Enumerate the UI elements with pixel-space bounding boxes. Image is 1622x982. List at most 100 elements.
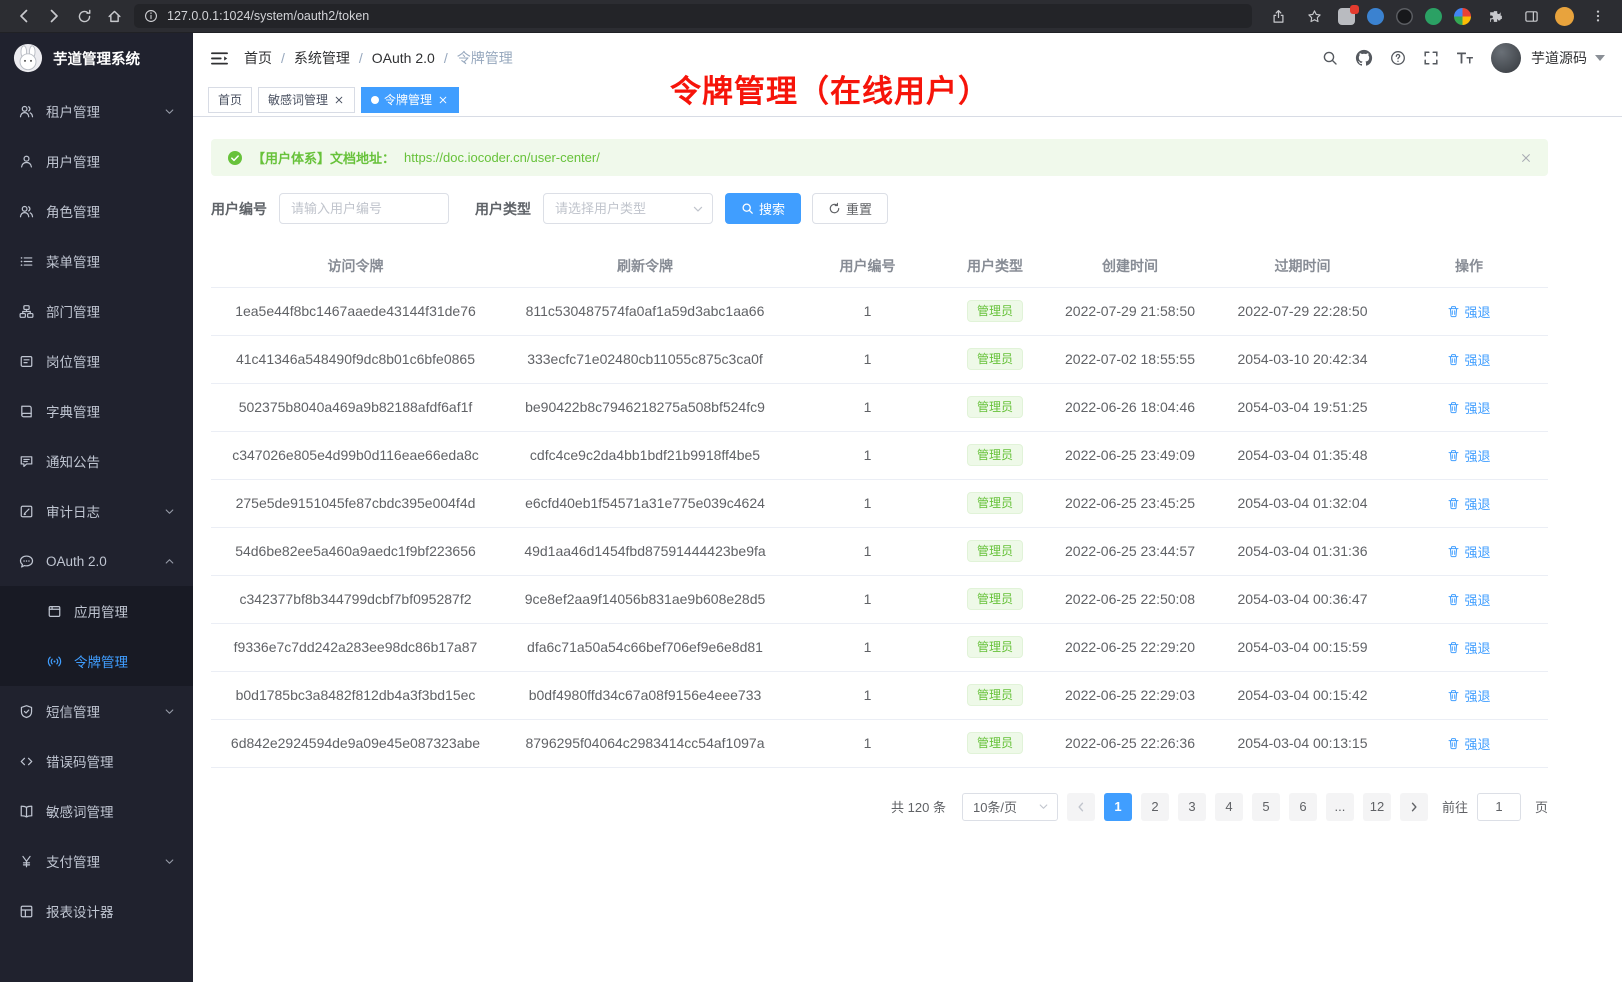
sidebar-item-dept[interactable]: 部门管理 — [0, 286, 193, 336]
browser-reload-button[interactable] — [72, 4, 96, 28]
force-logout-button[interactable]: 强退 — [1447, 686, 1490, 705]
tab-sensitive-word[interactable]: 敏感词管理 — [258, 87, 355, 113]
sidebar-item-menu[interactable]: 菜单管理 — [0, 236, 193, 286]
font-size-icon[interactable] — [1456, 51, 1474, 65]
force-logout-button[interactable]: 强退 — [1447, 446, 1490, 465]
sidebar-item-role[interactable]: 角色管理 — [0, 186, 193, 236]
code-icon — [18, 754, 34, 769]
trash-icon — [1447, 449, 1460, 462]
tab-close-icon[interactable] — [437, 94, 449, 106]
extension-icon-2[interactable] — [1367, 8, 1384, 25]
site-info-icon[interactable] — [144, 9, 158, 23]
goto-label: 前往 — [1442, 797, 1468, 816]
force-logout-button[interactable]: 强退 — [1447, 590, 1490, 609]
user-type-select[interactable] — [543, 193, 713, 224]
sidebar-item-app-mgmt[interactable]: 应用管理 — [0, 586, 193, 636]
share-button[interactable] — [1266, 4, 1290, 28]
pagination-page-12[interactable]: 12 — [1363, 793, 1391, 821]
browser-forward-button[interactable] — [42, 4, 66, 28]
tab-token[interactable]: 令牌管理 — [361, 87, 459, 113]
sidebar-item-oauth2[interactable]: OAuth 2.0 — [0, 536, 193, 586]
breadcrumb-item[interactable]: 系统管理 — [294, 48, 350, 68]
browser-back-button[interactable] — [12, 4, 36, 28]
refresh-token-cell: 49d1aa46d1454fbd87591444423be9fa — [500, 527, 790, 575]
sidebar-item-dict[interactable]: 字典管理 — [0, 386, 193, 436]
book-icon — [18, 404, 34, 419]
bookmark-star-button[interactable] — [1302, 4, 1326, 28]
user-avatar[interactable] — [1491, 43, 1521, 73]
help-icon[interactable] — [1390, 50, 1406, 66]
side-panel-button[interactable] — [1519, 4, 1543, 28]
force-logout-button[interactable]: 强退 — [1447, 638, 1490, 657]
browser-home-button[interactable] — [102, 4, 126, 28]
force-logout-button[interactable]: 强退 — [1447, 734, 1490, 753]
extension-icon-1[interactable] — [1338, 8, 1355, 25]
url-text: 127.0.0.1:1024/system/oauth2/token — [167, 9, 369, 23]
page-size-value: 10条/页 — [973, 797, 1017, 816]
user-id-cell: 1 — [790, 719, 945, 767]
force-logout-button[interactable]: 强退 — [1447, 542, 1490, 561]
top-header: 首页/系统管理/OAuth 2.0/令牌管理 芋道源码 — [193, 33, 1622, 83]
tab-close-icon[interactable] — [333, 94, 345, 106]
access-token-cell: c342377bf8b344799dcbf7bf095287f2 — [211, 575, 500, 623]
prev-page-button[interactable] — [1067, 793, 1095, 821]
access-token-cell: 1ea5e44f8bc1467aaede43144f31de76 — [211, 287, 500, 335]
force-logout-button[interactable]: 强退 — [1447, 398, 1490, 417]
sidebar-item-sms[interactable]: 短信管理 — [0, 686, 193, 736]
trash-icon — [1447, 545, 1460, 558]
sidebar-item-audit-log[interactable]: 审计日志 — [0, 486, 193, 536]
extensions-puzzle-button[interactable] — [1483, 4, 1507, 28]
alert-close-icon[interactable] — [1520, 152, 1532, 164]
sidebar-item-tenant[interactable]: 租户管理 — [0, 86, 193, 136]
pagination-more-button[interactable]: ... — [1326, 793, 1354, 821]
github-icon[interactable] — [1355, 49, 1373, 67]
expire-time-cell: 2054-03-04 01:32:04 — [1215, 479, 1390, 527]
extension-icon-3[interactable] — [1396, 8, 1413, 25]
sidebar-item-error-code[interactable]: 错误码管理 — [0, 736, 193, 786]
pagination-page-6[interactable]: 6 — [1289, 793, 1317, 821]
user-id-cell: 1 — [790, 287, 945, 335]
pagination-page-3[interactable]: 3 — [1178, 793, 1206, 821]
breadcrumb-item[interactable]: OAuth 2.0 — [372, 50, 435, 66]
create-time-cell: 2022-07-29 21:58:50 — [1045, 287, 1215, 335]
sidebar-item-pay[interactable]: 支付管理 — [0, 836, 193, 886]
pagination-page-5[interactable]: 5 — [1252, 793, 1280, 821]
sidebar-item-post[interactable]: 岗位管理 — [0, 336, 193, 386]
search-button[interactable]: 搜索 — [725, 193, 801, 224]
reset-button[interactable]: 重置 — [812, 193, 888, 224]
sidebar-item-sensitive-word[interactable]: 敏感词管理 — [0, 786, 193, 836]
user-id-input[interactable] — [279, 193, 449, 224]
sidebar-collapse-icon[interactable] — [210, 50, 229, 67]
browser-profile-avatar[interactable] — [1555, 7, 1574, 26]
pagination-page-1[interactable]: 1 — [1104, 793, 1132, 821]
sidebar-item-report-designer[interactable]: 报表设计器 — [0, 886, 193, 936]
extension-icon-5[interactable] — [1454, 8, 1471, 25]
table-row: 6d842e2924594de9a09e45e087323abe8796295f… — [211, 719, 1548, 767]
sidebar-item-user[interactable]: 用户管理 — [0, 136, 193, 186]
next-page-button[interactable] — [1400, 793, 1428, 821]
sidebar-item-token-mgmt[interactable]: 令牌管理 — [0, 636, 193, 686]
user-type-select-input[interactable] — [543, 193, 713, 224]
force-logout-button[interactable]: 强退 — [1447, 302, 1490, 321]
search-icon[interactable] — [1322, 50, 1338, 66]
trash-icon — [1447, 737, 1460, 750]
fullscreen-icon[interactable] — [1423, 50, 1439, 66]
address-bar[interactable]: 127.0.0.1:1024/system/oauth2/token — [134, 4, 1252, 28]
pagination-page-4[interactable]: 4 — [1215, 793, 1243, 821]
force-logout-button[interactable]: 强退 — [1447, 494, 1490, 513]
sidebar-item-notice[interactable]: 通知公告 — [0, 436, 193, 486]
force-logout-button[interactable]: 强退 — [1447, 350, 1490, 369]
browser-nav-buttons — [12, 4, 126, 28]
tab-home[interactable]: 首页 — [208, 87, 252, 113]
doc-link[interactable]: https://doc.iocoder.cn/user-center/ — [404, 150, 600, 165]
username[interactable]: 芋道源码 — [1531, 48, 1587, 68]
extension-icon-4[interactable] — [1425, 8, 1442, 25]
breadcrumb-item[interactable]: 首页 — [244, 48, 272, 68]
browser-menu-button[interactable] — [1586, 4, 1610, 28]
app-logo-row[interactable]: 芋道管理系统 — [0, 33, 193, 83]
goto-page-input[interactable] — [1477, 793, 1521, 821]
user-id-cell: 1 — [790, 623, 945, 671]
page-size-select[interactable]: 10条/页 — [962, 793, 1058, 821]
caret-down-icon[interactable] — [1595, 55, 1605, 61]
pagination-page-2[interactable]: 2 — [1141, 793, 1169, 821]
